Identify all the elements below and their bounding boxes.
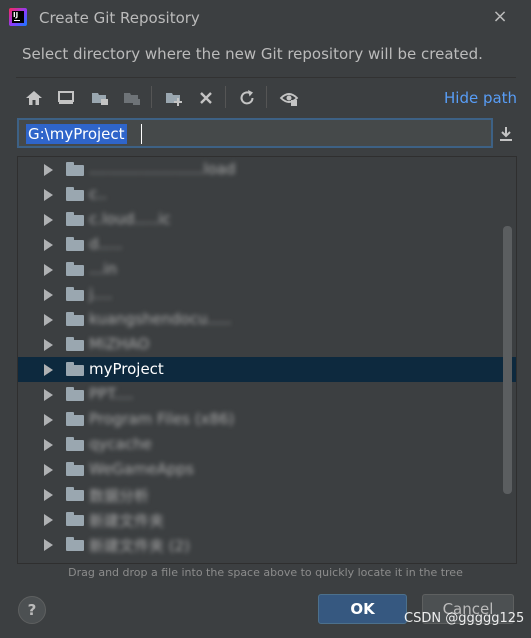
tree-row-label: 新建文件夹 (2): [89, 537, 191, 555]
folder-icon: [66, 162, 84, 176]
expand-arrow-icon[interactable]: [44, 289, 53, 301]
path-field[interactable]: G:\myProject: [17, 118, 493, 148]
folder-icon: [66, 262, 84, 276]
tree-row[interactable]: j....: [18, 282, 516, 307]
folder-icon: [66, 287, 84, 301]
download-icon[interactable]: [497, 125, 515, 143]
tree-row-label: ........................load: [89, 160, 236, 178]
intellij-logo-icon: IJ: [9, 8, 27, 26]
tree-row-label: 数据分析: [89, 487, 150, 505]
directory-tree[interactable]: ........................load c.. c.loud...…: [17, 156, 517, 564]
tree-row[interactable]: ...in: [18, 257, 516, 282]
expand-arrow-icon[interactable]: [44, 489, 53, 501]
tree-row-label: myProject: [89, 360, 164, 378]
tree-row[interactable]: 新建文件夹: [18, 507, 516, 532]
tree-row-label: c.loud.....ic: [89, 210, 171, 228]
folder-icon: [66, 412, 84, 426]
expand-arrow-icon[interactable]: [44, 389, 53, 401]
tree-row[interactable]: ........................load: [18, 157, 516, 182]
tree-row-label: ...in: [89, 260, 117, 278]
help-button[interactable]: ?: [18, 596, 46, 624]
tree-row[interactable]: kuangshendocu.....: [18, 307, 516, 332]
expand-arrow-icon[interactable]: [44, 539, 53, 551]
tree-row-label: qycache: [89, 435, 152, 453]
tree-row-label: kuangshendocu.....: [89, 310, 232, 328]
folder-icon: [66, 512, 84, 526]
expand-arrow-icon[interactable]: [44, 414, 53, 426]
expand-arrow-icon[interactable]: [44, 314, 53, 326]
drag-drop-hint: Drag and drop a file into the space abov…: [68, 566, 463, 579]
text-caret: [141, 124, 142, 144]
tree-row[interactable]: MiZHAO: [18, 332, 516, 357]
folder-icon: [66, 337, 84, 351]
tree-row-label: Program Files (x86): [89, 410, 235, 428]
tree-row-label: d.....: [89, 235, 123, 253]
watermark: CSDN @ggggg125: [404, 611, 525, 626]
expand-arrow-icon[interactable]: [44, 239, 53, 251]
folder-icon: [66, 462, 84, 476]
tree-row[interactable]: 数据分析: [18, 482, 516, 507]
folder-icon: [66, 387, 84, 401]
expand-arrow-icon[interactable]: [44, 464, 53, 476]
tree-row-label: 新建文件夹: [89, 512, 165, 530]
toolbar-separator: [151, 86, 152, 108]
new-folder-icon[interactable]: [164, 88, 184, 108]
expand-arrow-icon[interactable]: [44, 164, 53, 176]
folder-icon: [66, 187, 84, 201]
title-bar: IJ Create Git Repository ×: [0, 0, 531, 38]
folder-icon: [66, 237, 84, 251]
expand-arrow-icon[interactable]: [44, 214, 53, 226]
folder-icon: [66, 312, 84, 326]
dialog-title: Create Git Repository: [39, 9, 200, 27]
folder-icon: [66, 437, 84, 451]
tree-row-label: MiZHAO: [89, 335, 150, 353]
expand-arrow-icon[interactable]: [44, 439, 53, 451]
expand-arrow-icon[interactable]: [44, 264, 53, 276]
tree-row[interactable]: qycache: [18, 432, 516, 457]
show-hidden-icon[interactable]: [279, 88, 299, 108]
tree-row[interactable]: 新建文件夹 (2): [18, 532, 516, 557]
tree-row-label: c..: [89, 185, 107, 203]
tree-scrollbar[interactable]: [503, 226, 512, 494]
folder-icon: [66, 537, 84, 551]
module-folder-icon[interactable]: [122, 88, 142, 108]
tree-row[interactable]: c..: [18, 182, 516, 207]
folder-icon: [66, 362, 84, 376]
instruction-text: Select directory where the new Git repos…: [22, 45, 483, 63]
path-field-text: G:\myProject: [26, 124, 127, 144]
tree-row-label: WeGameApps: [89, 460, 194, 478]
hide-path-link[interactable]: Hide path: [444, 89, 517, 107]
tree-row[interactable]: WeGameApps: [18, 457, 516, 482]
tree-row[interactable]: PPT....: [18, 382, 516, 407]
tree-row[interactable]: Program Files (x86): [18, 407, 516, 432]
delete-icon[interactable]: [196, 88, 216, 108]
close-icon[interactable]: ×: [490, 7, 510, 27]
project-folder-icon[interactable]: [90, 88, 110, 108]
tree-row-label: j....: [89, 285, 113, 303]
divider: [16, 77, 516, 78]
desktop-icon[interactable]: [56, 88, 76, 108]
folder-icon: [66, 487, 84, 501]
toolbar-separator: [266, 86, 267, 108]
expand-arrow-icon[interactable]: [44, 339, 53, 351]
tree-row[interactable]: myProject: [18, 357, 516, 382]
tree-row[interactable]: c.loud.....ic: [18, 207, 516, 232]
ok-button[interactable]: OK: [318, 594, 407, 624]
expand-arrow-icon[interactable]: [44, 364, 53, 376]
home-icon[interactable]: [24, 88, 44, 108]
folder-icon: [66, 212, 84, 226]
expand-arrow-icon[interactable]: [44, 514, 53, 526]
refresh-icon[interactable]: [237, 88, 257, 108]
toolbar-separator: [225, 86, 226, 108]
expand-arrow-icon[interactable]: [44, 189, 53, 201]
tree-row-label: PPT....: [89, 385, 134, 403]
tree-row[interactable]: d.....: [18, 232, 516, 257]
